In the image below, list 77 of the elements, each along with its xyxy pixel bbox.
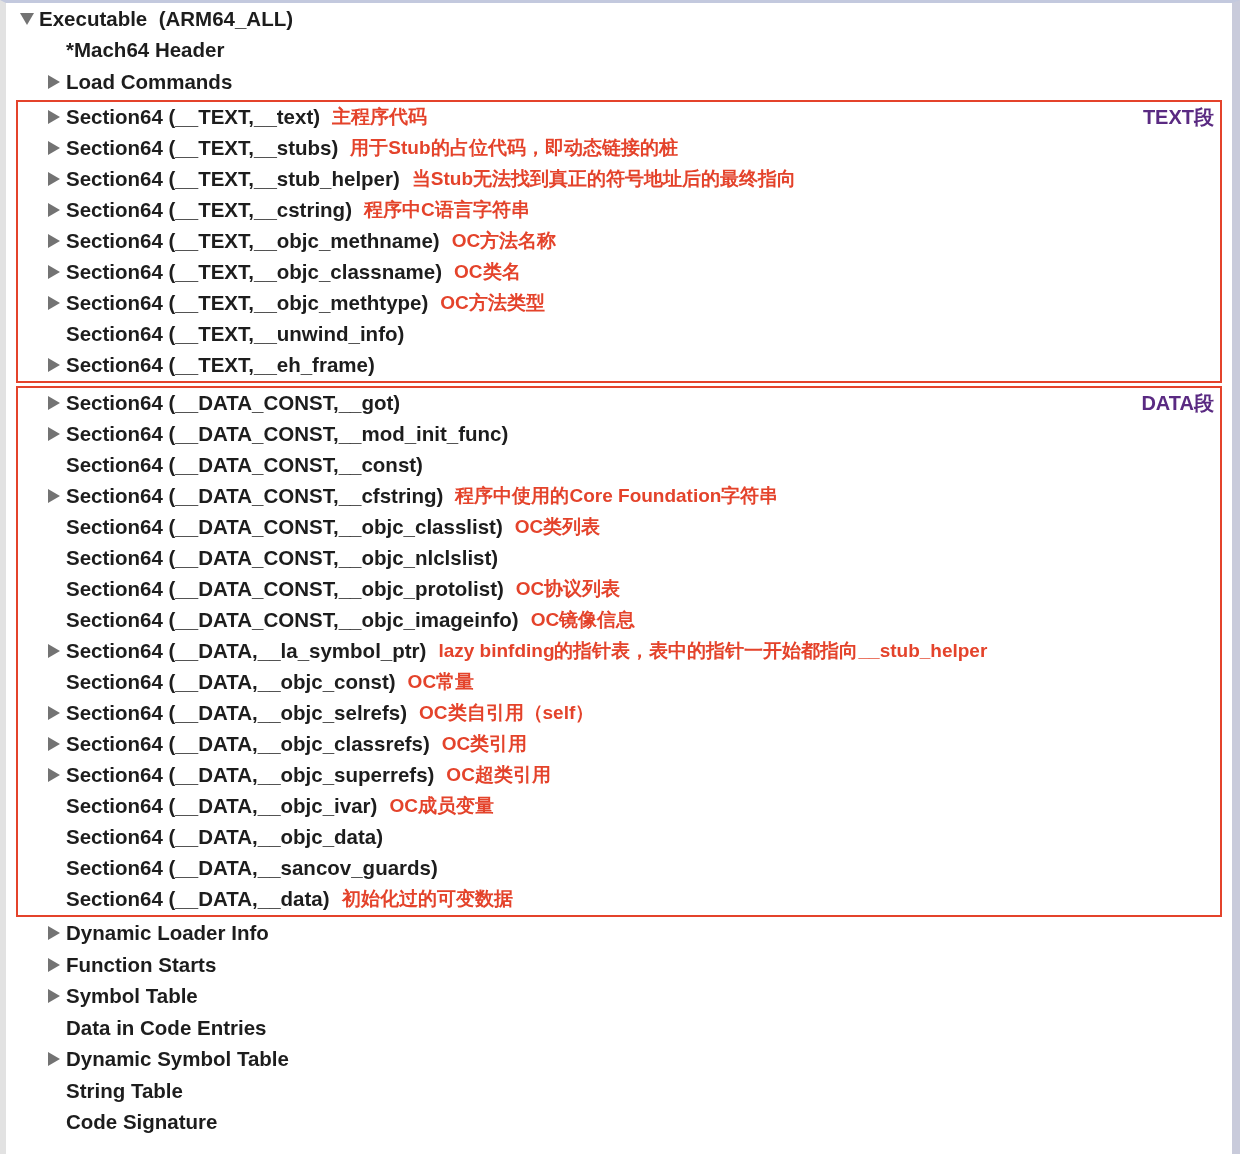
disclosure-triangle-icon[interactable]	[48, 737, 60, 751]
tree-item-label[interactable]: Dynamic Symbol Table	[66, 1047, 289, 1072]
tree-item-label[interactable]: Executable (ARM64_ALL)	[39, 6, 294, 31]
tree-item-label[interactable]: Section64 (__DATA,__la_symbol_ptr)	[66, 639, 427, 663]
disclosure-triangle-icon[interactable]	[48, 265, 60, 279]
annotation-text: OC镜像信息	[530, 608, 636, 632]
annotation-text: 当Stub无法找到真正的符号地址后的最终指向	[411, 167, 797, 191]
disclosure-triangle-icon[interactable]	[48, 358, 60, 372]
annotation-text: 主程序代码	[332, 105, 428, 129]
tree-item-label[interactable]: Section64 (__DATA,__objc_classrefs)	[66, 732, 430, 756]
disclosure-triangle-icon[interactable]	[48, 396, 60, 410]
disclosure-triangle-icon[interactable]	[48, 141, 60, 155]
disclosure-triangle-icon[interactable]	[48, 489, 60, 503]
tree-item-label[interactable]: Section64 (__DATA,__sancov_guards)	[66, 856, 438, 880]
disclosure-triangle-icon[interactable]	[48, 427, 60, 441]
tree-item-label[interactable]: Section64 (__TEXT,__unwind_info)	[66, 322, 405, 346]
annotation-text: OC方法名称	[451, 229, 557, 253]
disclosure-triangle-icon[interactable]	[20, 12, 34, 25]
annotation-text: OC协议列表	[515, 577, 621, 601]
tree-item-label[interactable]: Section64 (__TEXT,__stub_helper)	[66, 167, 400, 191]
tree-item-label[interactable]: Section64 (__TEXT,__objc_methname)	[66, 229, 440, 253]
annotation-text: 初始化过的可变数据	[341, 887, 513, 911]
annotation-text: OC超类引用	[446, 763, 551, 787]
annotation-text: lazy binfding的指针表，表中的指针一开始都指向__stub_helper	[438, 639, 988, 663]
annotation-text: OC成员变量	[389, 794, 494, 818]
tree-item-label[interactable]: Section64 (__TEXT,__objc_classname)	[66, 260, 442, 284]
annotation-text: OC方法类型	[440, 291, 545, 315]
tree-item-label[interactable]: Section64 (__DATA,__objc_ivar)	[66, 794, 378, 818]
tree-item-label[interactable]: Section64 (__DATA,__objc_selrefs)	[66, 701, 408, 725]
tree-item-label[interactable]: Load Commands	[66, 69, 233, 94]
disclosure-triangle-icon[interactable]	[48, 203, 60, 217]
annotation-text: 程序中C语言字符串	[363, 198, 530, 222]
disclosure-triangle-icon[interactable]	[48, 172, 60, 186]
disclosure-triangle-icon[interactable]	[48, 926, 60, 941]
tree-item-label[interactable]: String Table	[66, 1078, 183, 1103]
annotation-text: OC类引用	[441, 732, 528, 756]
disclosure-triangle-icon[interactable]	[48, 989, 60, 1004]
group-label: DATA段	[1141, 391, 1214, 415]
tree-item-label[interactable]: Section64 (__DATA_CONST,__objc_protolist)	[66, 577, 504, 601]
tree-item-label[interactable]: Data in Code Entries	[66, 1015, 267, 1040]
disclosure-triangle-icon[interactable]	[48, 296, 60, 310]
disclosure-triangle-icon[interactable]	[48, 74, 60, 89]
tree-item-label[interactable]: Code Signature	[66, 1110, 218, 1135]
tree-item-label[interactable]: Section64 (__DATA_CONST,__cfstring)	[66, 484, 444, 508]
tree-item-label[interactable]: Section64 (__DATA_CONST,__objc_classlist)	[66, 515, 503, 539]
tree-item-label[interactable]: Dynamic Loader Info	[66, 921, 269, 946]
disclosure-triangle-icon[interactable]	[48, 706, 60, 720]
tree-item-label[interactable]: Function Starts	[66, 952, 217, 977]
tree-item-label[interactable]: Section64 (__DATA,__objc_data)	[66, 825, 384, 849]
annotation-text: OC类自引用（self）	[419, 701, 595, 725]
disclosure-triangle-icon[interactable]	[48, 957, 60, 972]
tree-item-label[interactable]: Section64 (__DATA_CONST,__got)	[66, 391, 401, 415]
annotation-text: 用于Stub的占位代码，即动态链接的桩	[350, 136, 678, 160]
tree-item-label[interactable]: Section64 (__DATA_CONST,__objc_nlclslist)	[66, 546, 499, 570]
tree-item-label[interactable]: Section64 (__TEXT,__eh_frame)	[66, 353, 375, 377]
annotation-text: 程序中使用的Core Foundation字符串	[455, 484, 779, 508]
tree-item-label[interactable]: Section64 (__DATA_CONST,__mod_init_func)	[66, 422, 509, 446]
disclosure-triangle-icon[interactable]	[48, 768, 60, 782]
group-label: TEXT段	[1142, 105, 1214, 129]
tree-item-label[interactable]: Section64 (__DATA,__objc_const)	[66, 670, 396, 694]
tree-item-label[interactable]: Section64 (__TEXT,__text)	[66, 105, 321, 129]
annotation-text: OC常量	[407, 670, 475, 694]
disclosure-triangle-icon[interactable]	[48, 110, 60, 124]
tree-item-label[interactable]: Section64 (__TEXT,__stubs)	[66, 136, 339, 160]
tree-item-label[interactable]: Section64 (__DATA,__objc_superrefs)	[66, 763, 435, 787]
tree-item-label[interactable]: *Mach64 Header	[66, 38, 225, 63]
tree-item-label[interactable]: Section64 (__DATA_CONST,__objc_imageinfo)	[66, 608, 519, 632]
tree-item-label[interactable]: Section64 (__DATA_CONST,__const)	[66, 453, 423, 477]
tree-item-label[interactable]: Section64 (__TEXT,__objc_methtype)	[66, 291, 429, 315]
annotation-text: OC类列表	[514, 515, 601, 539]
tree-item-label[interactable]: Section64 (__TEXT,__cstring)	[66, 198, 352, 222]
tree-item-label[interactable]: Symbol Table	[66, 984, 198, 1009]
disclosure-triangle-icon[interactable]	[48, 1052, 60, 1067]
disclosure-triangle-icon[interactable]	[48, 644, 60, 658]
tree-item-label[interactable]: Section64 (__DATA,__data)	[66, 887, 330, 911]
annotation-text: OC类名	[454, 260, 521, 284]
disclosure-triangle-icon[interactable]	[48, 234, 60, 248]
